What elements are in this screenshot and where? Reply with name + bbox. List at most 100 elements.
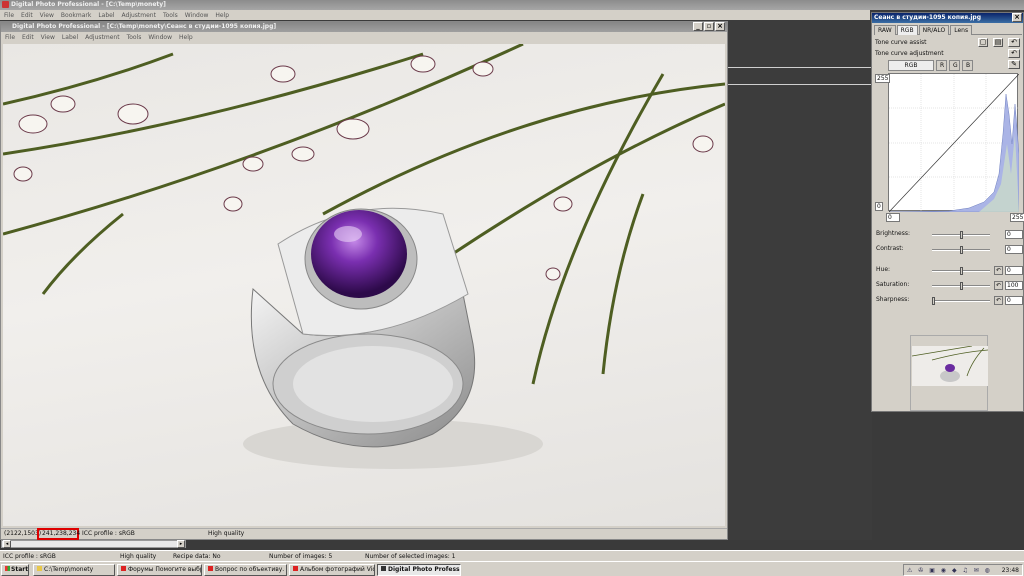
channel-rgb[interactable]: RGB <box>888 60 934 71</box>
taskbar-item[interactable]: Вопрос по объективу. |... <box>204 564 287 576</box>
x-min-label: 0 <box>886 213 900 222</box>
slider-track[interactable] <box>932 282 990 290</box>
image-menu-help[interactable]: Help <box>179 34 193 41</box>
slider-value[interactable]: 0 <box>1005 296 1023 305</box>
channel-b[interactable]: B <box>962 60 973 71</box>
minimize-icon[interactable]: _ <box>693 22 703 31</box>
reset-icon[interactable]: ↶ <box>994 281 1003 290</box>
menu-file[interactable]: File <box>4 12 14 19</box>
ring-photo <box>3 44 725 469</box>
workspace-divider <box>728 84 872 85</box>
windows-logo-icon <box>5 566 10 571</box>
horizontal-scrollbar[interactable]: ◂ ▸ <box>1 540 186 548</box>
image-menu-tools[interactable]: Tools <box>127 34 142 41</box>
slider-label: Contrast: <box>876 245 904 252</box>
palette-close-icon[interactable]: × <box>1012 13 1022 22</box>
image-menu-label[interactable]: Label <box>62 34 78 41</box>
menu-window[interactable]: Window <box>185 12 209 19</box>
taskbar-item[interactable]: Альбом фотографий Vid... <box>289 564 375 576</box>
slider-label: Sharpness: <box>876 296 910 303</box>
slider-row-hue: Hue: ↶ 0 <box>872 265 1023 277</box>
slider-knob[interactable] <box>960 246 963 254</box>
cursor-coords: (2122,1503) <box>4 530 42 537</box>
menu-adjustment[interactable]: Adjustment <box>122 12 156 19</box>
slider-knob[interactable] <box>932 297 935 305</box>
taskbar-item-label: Альбом фотографий Vid... <box>300 566 375 573</box>
menu-label[interactable]: Label <box>98 12 114 19</box>
slider-track[interactable] <box>932 231 990 239</box>
taskbar-item[interactable]: Форумы Помогите выбр... <box>117 564 202 576</box>
histogram-chart <box>888 73 1020 213</box>
slider-row-brightness: Brightness: 0 <box>872 229 1023 241</box>
assist-settings-icon[interactable]: ▤ <box>993 38 1003 47</box>
image-menu-window[interactable]: Window <box>148 34 172 41</box>
palette-tabs: RAW RGB NR/ALO Lens <box>874 25 1022 35</box>
navigator-thumbnail[interactable] <box>910 335 988 411</box>
image-window-menu-bar: File Edit View Label Adjustment Tools Window He… <box>1 32 727 42</box>
taskbar-item[interactable]: Digital Photo Professi... <box>377 564 461 576</box>
menu-bookmark[interactable]: Bookmark <box>61 12 91 19</box>
auto-assist-icon[interactable]: ▢ <box>978 38 988 47</box>
taskbar-item[interactable]: C:\Temp\monety <box>33 564 115 576</box>
tone-curve-graph[interactable] <box>888 73 1020 213</box>
tab-rgb[interactable]: RGB <box>896 25 918 35</box>
x-max-label: 255 <box>1010 213 1024 222</box>
tab-nr-alo[interactable]: NR/ALO <box>918 25 950 35</box>
eyedropper-icon[interactable]: ✎ <box>1008 60 1020 69</box>
taskbar-item-label: C:\Temp\monety <box>44 566 94 573</box>
browser-icon <box>293 566 298 571</box>
image-menu-file[interactable]: File <box>5 34 15 41</box>
reset-icon[interactable]: ↶ <box>994 296 1003 305</box>
taskbar-item-label: Digital Photo Professi... <box>388 566 461 573</box>
axis-top-label: 255 <box>875 74 891 83</box>
tone-curve-assist-row: Tone curve assist ▢ ▤ ↶ <box>874 38 1022 48</box>
slider-knob[interactable] <box>960 267 963 275</box>
curve-reset-icon[interactable]: ↶ <box>1008 49 1020 58</box>
browser-icon <box>121 566 126 571</box>
workspace-divider <box>728 67 872 68</box>
clock: 23:48 <box>1001 567 1019 574</box>
image-window-title: Digital Photo Professional - [C:\Temp\mo… <box>12 23 277 30</box>
slider-knob[interactable] <box>960 231 963 239</box>
image-menu-edit[interactable]: Edit <box>22 34 34 41</box>
browser-icon <box>208 566 213 571</box>
slider-value[interactable]: 0 <box>1005 245 1023 254</box>
slider-track[interactable] <box>932 267 990 275</box>
main-menu-bar: File Edit View Bookmark Label Adjustment Tools… <box>0 10 870 20</box>
app-icon <box>2 1 9 8</box>
app-title-bar: Digital Photo Professional - [C:\Temp\mo… <box>0 0 1024 10</box>
main-quality: High quality <box>120 552 157 560</box>
slider-track[interactable] <box>932 246 990 254</box>
taskbar: Start C:\Temp\monety Форумы Помогите выбр… <box>0 561 1024 576</box>
slider-knob[interactable] <box>960 282 963 290</box>
start-label: Start <box>11 566 29 573</box>
photo-canvas[interactable] <box>3 44 725 526</box>
slider-track[interactable] <box>932 297 990 305</box>
scroll-left-icon[interactable]: ◂ <box>3 540 11 548</box>
assist-reset-icon[interactable]: ↶ <box>1008 38 1020 47</box>
slider-value[interactable]: 100 <box>1005 281 1023 290</box>
menu-edit[interactable]: Edit <box>21 12 33 19</box>
menu-tools[interactable]: Tools <box>163 12 178 19</box>
tab-lens[interactable]: Lens <box>950 25 973 35</box>
image-menu-adjustment[interactable]: Adjustment <box>85 34 119 41</box>
start-button[interactable]: Start <box>1 564 29 576</box>
reset-icon[interactable]: ↶ <box>994 266 1003 275</box>
channel-row: ✎ RGB R G B <box>874 60 1022 71</box>
close-icon[interactable]: × <box>715 22 725 31</box>
recipe-data: Recipe data: No <box>173 552 221 560</box>
slider-value[interactable]: 0 <box>1005 230 1023 239</box>
restore-icon[interactable]: ▫ <box>704 22 714 31</box>
thumbnail-image <box>912 346 988 386</box>
pixel-rgb-readout: 241,238,234 <box>37 527 80 540</box>
channel-r[interactable]: R <box>936 60 947 71</box>
slider-value[interactable]: 0 <box>1005 266 1023 275</box>
axis-bottom-label: 0 <box>875 202 883 211</box>
menu-view[interactable]: View <box>40 12 54 19</box>
channel-g[interactable]: G <box>949 60 960 71</box>
tab-raw[interactable]: RAW <box>874 25 896 35</box>
menu-help[interactable]: Help <box>215 12 229 19</box>
tool-palette-title: Сеанс в студии-1095 копия.jpg <box>874 14 981 21</box>
image-menu-view[interactable]: View <box>41 34 55 41</box>
scroll-right-icon[interactable]: ▸ <box>177 540 185 548</box>
